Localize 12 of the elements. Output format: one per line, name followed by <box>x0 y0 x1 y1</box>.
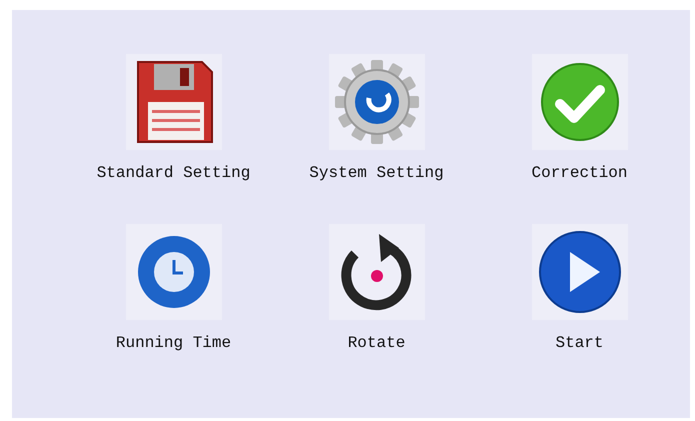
menu-label: Correction <box>531 164 628 182</box>
menu-label: Rotate <box>348 334 406 352</box>
play-icon <box>538 230 622 314</box>
menu-icon-button[interactable] <box>328 224 424 320</box>
check-icon <box>540 62 620 142</box>
menu-icon-button[interactable] <box>532 224 628 320</box>
clock-icon <box>136 234 212 310</box>
menu-label: Running Time <box>116 334 232 352</box>
menu-label: System Setting <box>309 164 444 182</box>
menu-label: Standard Setting <box>96 164 250 182</box>
menu-label: Start <box>555 334 604 352</box>
menu-icon-button[interactable] <box>126 54 222 150</box>
